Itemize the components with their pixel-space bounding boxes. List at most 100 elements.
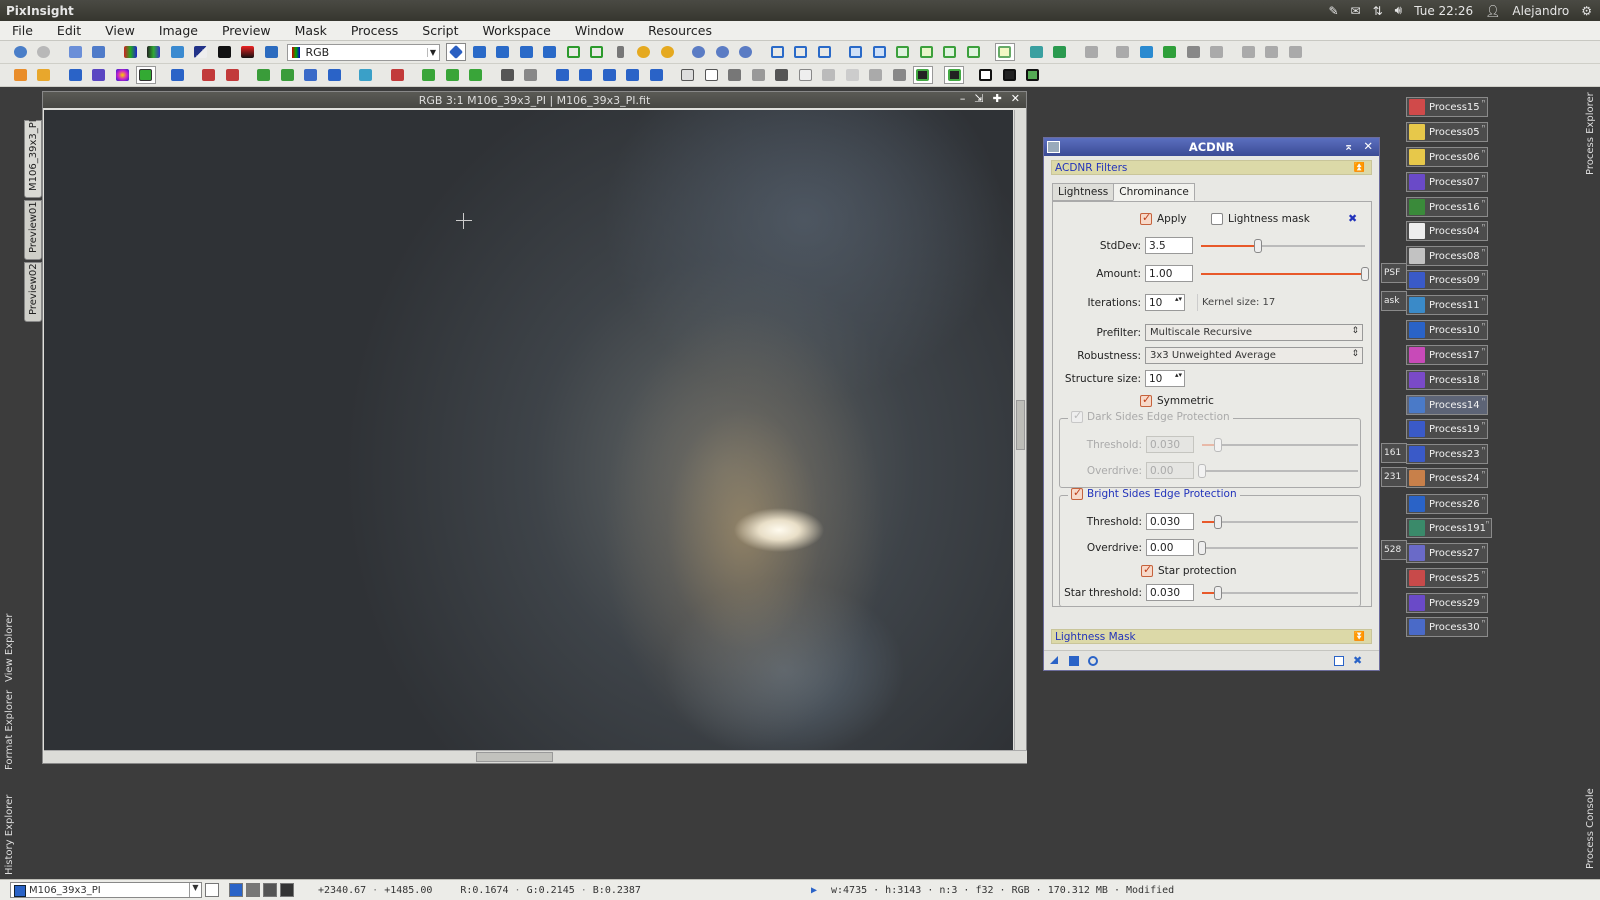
mask-overlay-icon[interactable]	[912, 66, 933, 84]
process-6-icon[interactable]	[135, 66, 156, 84]
window-tile-icon[interactable]	[814, 43, 834, 61]
gray-8-icon[interactable]	[889, 66, 909, 84]
process-icon-process18[interactable]: Process18 ᴴ	[1406, 370, 1488, 390]
lightness-mask-section[interactable]: Lightness Mask ⏬	[1051, 629, 1372, 644]
note-icon[interactable]: ✎	[1328, 4, 1338, 18]
vertical-scrollbar[interactable]	[1014, 110, 1026, 751]
explorer-3-icon[interactable]	[1160, 43, 1180, 61]
process-3-icon[interactable]	[65, 66, 85, 84]
icon-mask[interactable]: ask	[1381, 291, 1407, 311]
explorer-7-icon[interactable]	[1262, 43, 1282, 61]
window-maximize-icon[interactable]	[846, 43, 866, 61]
process-icon-process29[interactable]: Process29 ᴴ	[1406, 593, 1488, 613]
zoom-preset-2-icon[interactable]	[712, 43, 732, 61]
process-8-icon[interactable]	[199, 66, 219, 84]
menu-mask[interactable]: Mask	[283, 23, 339, 38]
iterations-spinbox[interactable]: 10	[1145, 294, 1185, 311]
pointer-icon[interactable]	[610, 43, 630, 61]
explorer-2-icon[interactable]	[1136, 43, 1156, 61]
star-threshold-slider[interactable]	[1202, 586, 1358, 600]
explorer-1-icon[interactable]	[1113, 43, 1133, 61]
channel-blue-icon[interactable]	[280, 883, 294, 897]
collapse-up-icon[interactable]: ⏫	[1354, 163, 1365, 173]
zoom-in-icon[interactable]	[634, 43, 654, 61]
horizontal-scrollbar[interactable]	[44, 750, 1027, 763]
image-window-titlebar[interactable]: RGB 3:1 M106_39x3_PI | M106_39x3_PI.fit …	[43, 92, 1026, 108]
process-icon-process09[interactable]: Process09 ᴴ	[1406, 270, 1488, 290]
image-canvas[interactable]	[44, 110, 1013, 751]
reset-icon[interactable]: ✖	[1353, 654, 1363, 667]
menu-workspace[interactable]: Workspace	[471, 23, 563, 38]
image-tab-preview02[interactable]: Preview02	[24, 262, 42, 322]
apply-global-icon[interactable]	[1088, 656, 1098, 666]
maximize-icon[interactable]: ✚	[993, 92, 1002, 105]
rotate-right-icon[interactable]	[576, 66, 596, 84]
explorer-8-icon[interactable]	[1285, 43, 1305, 61]
process-icon-process30[interactable]: Process30 ᴴ	[1406, 617, 1488, 637]
process-icon-process16[interactable]: Process16 ᴴ	[1406, 197, 1488, 217]
process-icon-process191[interactable]: Process191 ᴴ	[1406, 518, 1492, 538]
gray-5-icon[interactable]	[819, 66, 839, 84]
process-18-icon[interactable]	[466, 66, 486, 84]
zoom-fit-icon[interactable]	[469, 43, 489, 61]
process-14-icon[interactable]	[356, 66, 376, 84]
explorer-4-icon[interactable]	[1183, 43, 1203, 61]
mask-show-icon[interactable]	[940, 43, 960, 61]
preview-edit-icon[interactable]	[587, 43, 607, 61]
process-icon-process17[interactable]: Process17 ᴴ	[1406, 345, 1488, 365]
process-15-icon[interactable]	[387, 66, 407, 84]
color-mode-select[interactable]: RGB ▼	[286, 43, 440, 61]
menu-resources[interactable]: Resources	[636, 23, 724, 38]
readout-icon[interactable]	[1081, 43, 1101, 61]
process-icon-process24[interactable]: Process24 ᴴ	[1406, 468, 1488, 488]
zoom-out-icon[interactable]	[657, 43, 677, 61]
crop-icon[interactable]	[678, 66, 698, 84]
amount-slider-knob[interactable]	[1361, 267, 1369, 281]
view-selector[interactable]: M106_39x3_PI ▼	[10, 882, 202, 898]
mask-new-icon[interactable]	[893, 43, 913, 61]
mirror-h-icon[interactable]	[623, 66, 643, 84]
stddev-slider-knob[interactable]	[1254, 239, 1263, 253]
process-icon-process27[interactable]: Process27 ᴴ	[1406, 543, 1488, 563]
icon-psf[interactable]: PSF	[1381, 263, 1407, 283]
robustness-select[interactable]: 3x3 Unweighted Average	[1145, 347, 1363, 364]
bright-threshold-input[interactable]: 0.030	[1146, 513, 1194, 530]
user-name[interactable]: Alejandro	[1512, 4, 1569, 18]
menu-file[interactable]: File	[0, 23, 45, 38]
minimize-icon[interactable]: –	[960, 92, 966, 105]
gray-7-icon[interactable]	[866, 66, 886, 84]
process-console-tab[interactable]: Process Console	[1583, 787, 1599, 869]
zoom-center-icon[interactable]	[540, 43, 560, 61]
image-rgb-icon[interactable]	[120, 43, 140, 61]
process-icon-process08[interactable]: Process08 ᴴ	[1406, 246, 1488, 266]
process-icon-process15[interactable]: Process15 ᴴ	[1406, 97, 1488, 117]
image-tab-preview01[interactable]: Preview01	[24, 200, 42, 260]
lightness-mask-checkbox[interactable]	[1211, 213, 1223, 225]
amount-input[interactable]: 1.00	[1145, 265, 1193, 282]
dark-sides-checkbox[interactable]	[1071, 409, 1083, 423]
process-icon-process10[interactable]: Process10 ᴴ	[1406, 320, 1488, 340]
process-icon-process23[interactable]: Process23 ᴴ	[1406, 444, 1488, 464]
documentation-icon[interactable]	[1334, 656, 1344, 666]
process-icon-process19[interactable]: Process19 ᴴ	[1406, 419, 1488, 439]
menu-image[interactable]: Image	[147, 23, 210, 38]
stddev-slider[interactable]	[1201, 239, 1365, 253]
zoom-to-fit-icon[interactable]	[493, 43, 513, 61]
invert-icon[interactable]	[701, 66, 721, 84]
new-image-icon[interactable]	[65, 43, 85, 61]
amount-slider[interactable]	[1201, 267, 1369, 281]
shade-icon[interactable]: ⇲	[974, 92, 983, 105]
format-explorer-tab[interactable]: Format Explorer	[2, 688, 18, 770]
process-5-icon[interactable]	[112, 66, 132, 84]
bright-sides-checkbox[interactable]	[1071, 486, 1083, 500]
window-stack-1-icon[interactable]	[976, 66, 996, 84]
process-1-icon[interactable]	[10, 66, 30, 84]
icon-528[interactable]: 528	[1381, 540, 1407, 560]
play-icon[interactable]: ▶	[811, 885, 817, 896]
bright-threshold-slider[interactable]	[1202, 515, 1358, 529]
horizontal-scroll-thumb[interactable]	[476, 752, 553, 762]
channel-green-icon[interactable]	[263, 883, 277, 897]
process-12-icon[interactable]	[301, 66, 321, 84]
prefilter-select[interactable]: Multiscale Recursive	[1145, 324, 1363, 341]
image-lock-icon[interactable]	[261, 43, 281, 61]
